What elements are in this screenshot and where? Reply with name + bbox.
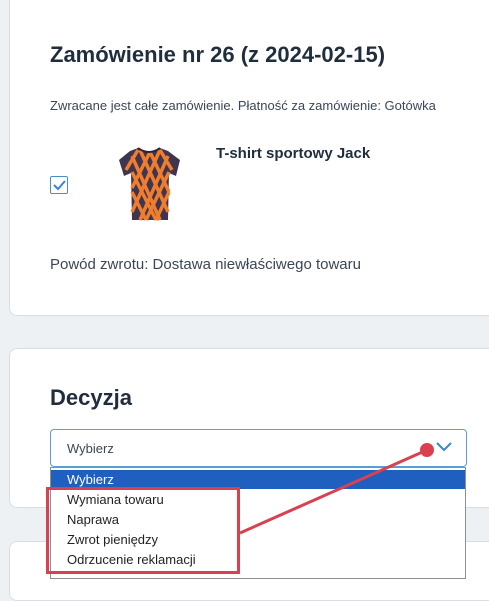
annotation-arrow	[239, 443, 434, 535]
